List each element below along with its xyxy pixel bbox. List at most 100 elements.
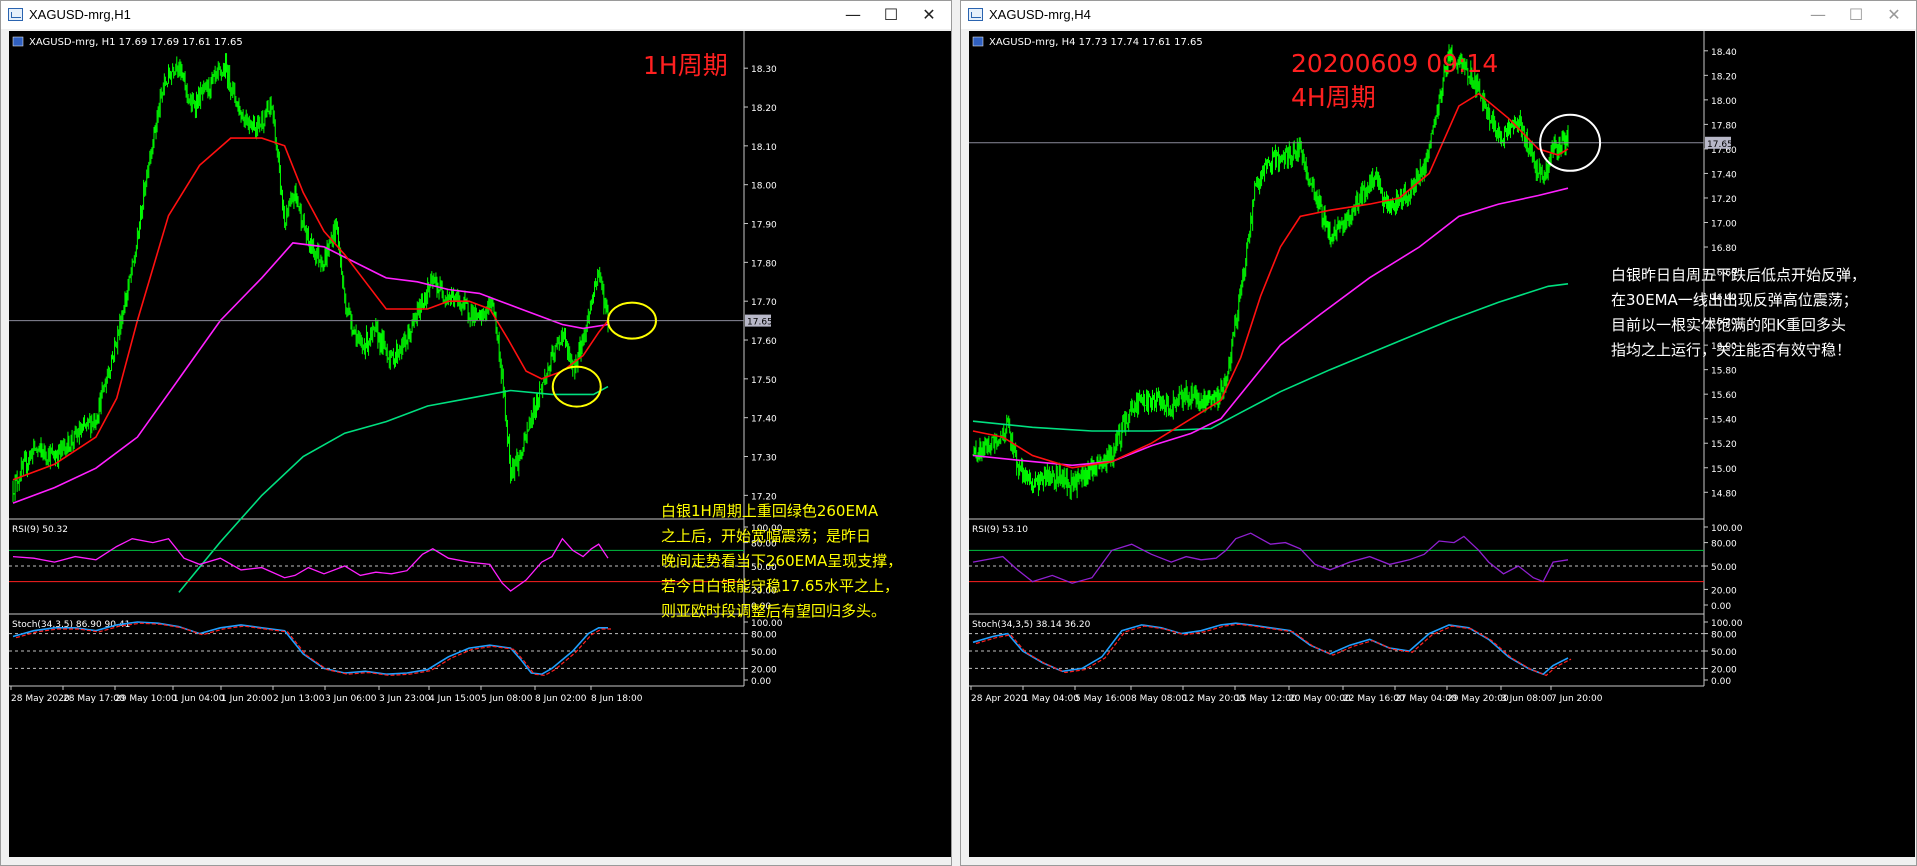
- chart-canvas[interactable]: XAGUSD-mrg, H4 17.73 17.74 17.61 17.65 18…: [969, 31, 1915, 859]
- y-tick-label: 18.00: [751, 182, 777, 192]
- chart-window-icon: [8, 8, 23, 21]
- x-tick-label: 1 Jun 04:00: [173, 694, 225, 704]
- symbol-info: XAGUSD-mrg, H4 17.73 17.74 17.61 17.65: [989, 37, 1203, 48]
- y-tick-label: 15.00: [1711, 465, 1737, 475]
- stoch-level-label: 50.00: [1711, 648, 1737, 658]
- x-tick-label: 3 Jun 06:00: [325, 694, 377, 704]
- current-price-label: 17.65: [1707, 140, 1733, 150]
- minimize-button[interactable]: —: [835, 3, 871, 27]
- window-h1[interactable]: XAGUSD-mrg,H1 — ☐ ✕ XAGUSD-mrg, H1 17.69…: [0, 0, 952, 866]
- stoch-level-label: 20.00: [1711, 665, 1737, 675]
- annotation-line: 目前以一根实体饱满的阳K重回多头: [1611, 316, 1846, 334]
- x-tick-label: 8 May 08:00: [1131, 694, 1187, 704]
- ema-red-line: [972, 92, 1569, 469]
- rsi-label: RSI(9) 53.10: [972, 525, 1028, 535]
- x-tick-label: 8 Jun 02:00: [535, 694, 587, 704]
- y-tick-label: 17.30: [751, 454, 777, 464]
- annotation-line: 在30EMA一线出出现反弹高位震荡；: [1611, 291, 1858, 309]
- stoch-level-label: 50.00: [751, 648, 777, 658]
- x-tick-label: 1 May 04:00: [1023, 694, 1079, 704]
- symbol-info: XAGUSD-mrg, H1 17.69 17.69 17.61 17.65: [29, 37, 243, 48]
- rsi-level-label: 80.00: [1711, 540, 1737, 550]
- chart-window-icon: [968, 8, 983, 21]
- x-tick-label: 29 May 10:00: [115, 694, 177, 704]
- date-label: 20200609 09:14: [1291, 49, 1499, 78]
- symbol-flag-icon: [972, 36, 984, 47]
- y-tick-label: 18.20: [751, 104, 777, 114]
- title-bar[interactable]: XAGUSD-mrg,H1 — ☐ ✕: [1, 1, 951, 29]
- y-tick-label: 15.20: [1711, 440, 1737, 450]
- x-tick-label: 3 Jun 23:00: [379, 694, 431, 704]
- period-label: 4H周期: [1291, 83, 1376, 112]
- rsi-label: RSI(9) 50.32: [12, 525, 68, 535]
- highlight-circle: [551, 365, 602, 408]
- y-tick-label: 15.80: [1711, 367, 1737, 377]
- y-tick-label: 17.80: [1711, 121, 1737, 131]
- y-tick-label: 18.30: [751, 65, 777, 75]
- annotation-line: 白银昨日自周五下跌后低点开始反弹，: [1611, 266, 1867, 284]
- y-tick-label: 17.20: [1711, 195, 1737, 205]
- y-tick-label: 17.00: [1711, 219, 1737, 229]
- x-tick-label: 28 May 2020: [11, 694, 70, 704]
- y-tick-label: 14.80: [1711, 489, 1737, 499]
- rsi-level-label: 20.00: [1711, 586, 1737, 596]
- x-tick-label: 15 May 12:00: [1235, 694, 1297, 704]
- y-tick-label: 15.60: [1711, 391, 1737, 401]
- x-tick-label: 4 Jun 15:00: [429, 694, 481, 704]
- y-tick-label: 18.10: [751, 143, 777, 153]
- annotation-line: 则亚欧时段调整后有望回归多头。: [661, 602, 887, 620]
- stoch-label: Stoch(34,3,5) 38.14 36.20: [972, 620, 1091, 630]
- close-button[interactable]: ✕: [911, 3, 947, 27]
- stoch-main-line: [972, 622, 1569, 676]
- x-tick-label: 2 Jun 13:00: [273, 694, 325, 704]
- y-tick-label: 15.40: [1711, 416, 1737, 426]
- rsi-line: [972, 532, 1569, 584]
- annotation-text: 白银昨日自周五下跌后低点开始反弹， 在30EMA一线出出现反弹高位震荡； 目前以…: [1611, 263, 1866, 363]
- stoch-signal-line: [975, 623, 1572, 677]
- rsi-line: [12, 537, 609, 592]
- annotation-line: 晚间走势看当下260EMA呈现支撑，: [661, 552, 903, 570]
- maximize-button[interactable]: ☐: [1838, 3, 1874, 27]
- current-price-label: 17.65: [747, 318, 773, 328]
- y-tick-label: 18.00: [1711, 97, 1737, 107]
- maximize-button[interactable]: ☐: [873, 3, 909, 27]
- x-tick-label: 7 Jun 20:00: [1551, 694, 1603, 704]
- chart-canvas[interactable]: XAGUSD-mrg, H1 17.69 17.69 17.61 17.65 18…: [9, 31, 951, 859]
- stoch-level-label: 0.00: [1711, 677, 1731, 687]
- annotation-line: 之上后，开始宽幅震荡；是昨日: [661, 527, 872, 545]
- annotation-line: 白银1H周期上重回绿色260EMA: [661, 502, 879, 520]
- window-title: XAGUSD-mrg,H1: [29, 7, 131, 22]
- title-bar[interactable]: XAGUSD-mrg,H4 — ☐ ✕: [961, 1, 1916, 29]
- y-tick-label: 17.40: [751, 415, 777, 425]
- window-h4[interactable]: XAGUSD-mrg,H4 — ☐ ✕ XAGUSD-mrg, H4 17.73…: [960, 0, 1917, 866]
- annotation-line: 若今日白银能守稳17.65水平之上，: [661, 577, 899, 595]
- symbol-flag-icon: [12, 36, 24, 47]
- y-tick-label: 17.70: [751, 298, 777, 308]
- rsi-level-label: 0.00: [1711, 602, 1731, 612]
- y-tick-label: 17.60: [751, 337, 777, 347]
- stoch-level-label: 0.00: [751, 677, 771, 687]
- x-tick-label: 1 Jun 20:00: [221, 694, 273, 704]
- stoch-level-label: 80.00: [1711, 631, 1737, 641]
- y-tick-label: 17.40: [1711, 170, 1737, 180]
- annotation-line: 指均之上运行，关注能否有效守稳！: [1611, 341, 1852, 359]
- y-tick-label: 17.90: [751, 221, 777, 231]
- chart-area[interactable]: XAGUSD-mrg, H4 17.73 17.74 17.61 17.65 18…: [969, 31, 1915, 857]
- window-title: XAGUSD-mrg,H4: [989, 7, 1091, 22]
- chart-area[interactable]: XAGUSD-mrg, H1 17.69 17.69 17.61 17.65 18…: [9, 31, 951, 857]
- stoch-level-label: 20.00: [751, 665, 777, 675]
- y-tick-label: 18.20: [1711, 72, 1737, 82]
- x-tick-label: 3 Jun 08:00: [1501, 694, 1553, 704]
- minimize-button[interactable]: —: [1800, 3, 1836, 27]
- ema-magenta-line: [972, 187, 1569, 467]
- rsi-level-label: 100.00: [1711, 524, 1743, 534]
- x-tick-label: 8 Jun 18:00: [591, 694, 643, 704]
- stoch-level-label: 80.00: [751, 631, 777, 641]
- annotation-text: 白银1H周期上重回绿色260EMA 之上后，开始宽幅震荡；是昨日 晚间走势看当下…: [661, 499, 902, 624]
- close-button[interactable]: ✕: [1876, 3, 1912, 27]
- stoch-signal-line: [15, 622, 611, 677]
- x-tick-label: 5 Jun 08:00: [481, 694, 533, 704]
- x-tick-label: 28 Apr 2020: [971, 694, 1027, 704]
- y-tick-label: 18.40: [1711, 48, 1737, 58]
- period-label: 1H周期: [643, 51, 728, 80]
